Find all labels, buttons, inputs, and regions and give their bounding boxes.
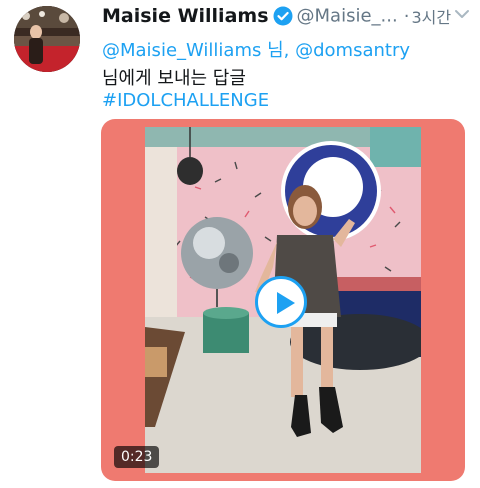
tweet-header: Maisie Williams @Maisie_... · 3시간	[102, 4, 470, 32]
play-button[interactable]	[255, 276, 307, 328]
mention-joiner: 님,	[261, 40, 296, 61]
hashtag-text[interactable]: #IDOLCHALLENGE	[102, 90, 269, 111]
author-handle[interactable]: @Maisie_...	[297, 6, 398, 27]
tweet[interactable]: Maisie Williams @Maisie_... · 3시간 @Maisie_W…	[0, 0, 480, 488]
reply-suffix: 님에게 보내는 답글	[102, 68, 246, 89]
reply-context: @Maisie_Williams 님, @domsantry	[102, 36, 410, 62]
mention-domsantry[interactable]: @domsantry	[295, 40, 410, 61]
avatar-photo	[14, 6, 80, 72]
video-duration: 0:23	[114, 446, 160, 468]
hashtag-link[interactable]: #IDOLCHALLENGE	[102, 90, 269, 111]
verified-badge-icon	[273, 6, 293, 26]
separator-dot: ·	[403, 5, 410, 27]
avatar[interactable]	[14, 6, 80, 72]
author-name[interactable]: Maisie Williams	[102, 5, 269, 27]
play-icon	[277, 292, 295, 314]
chevron-down-icon[interactable]	[452, 6, 472, 22]
mention-maisie[interactable]: @Maisie_Williams	[102, 40, 261, 61]
timestamp[interactable]: 3시간	[411, 8, 451, 27]
